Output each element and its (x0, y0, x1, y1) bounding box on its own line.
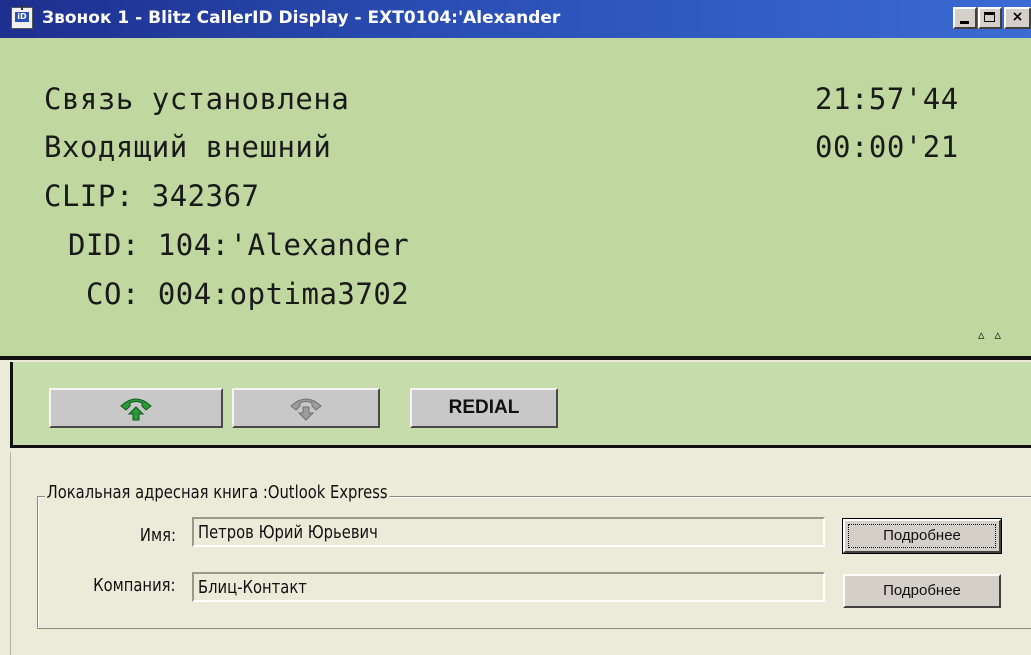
close-button[interactable]: × (1004, 7, 1031, 29)
address-book-panel: Локальная адресная книга :Outlook Expres… (10, 452, 1031, 655)
phone-hangup-icon (290, 398, 322, 421)
answer-button[interactable] (49, 388, 223, 428)
redial-button[interactable]: REDIAL (410, 388, 558, 428)
display-divider (0, 356, 1031, 360)
name-details-button[interactable]: Подробнее (843, 519, 1001, 553)
name-value: Петров Юрий Юрьевич (198, 522, 378, 543)
title-bar[interactable]: iD Звонок 1 - Blitz CallerID Display - E… (0, 0, 1031, 38)
hangup-button[interactable] (232, 388, 380, 428)
company-value: Блиц-Контакт (198, 577, 307, 598)
maximize-icon (984, 12, 995, 22)
address-book-group (37, 496, 1031, 629)
callerid-app-icon[interactable]: iD (11, 4, 33, 29)
clock-time: 21:57'44 (815, 82, 959, 116)
company-label: Компания: (93, 575, 176, 596)
call-direction: Входящий внешний (44, 130, 332, 164)
call-status: Связь установлена (44, 82, 350, 116)
scroll-arrows-icon[interactable]: ▵▵ (978, 328, 1011, 343)
minimize-icon (960, 21, 969, 24)
name-field[interactable]: Петров Юрий Юрьевич (192, 517, 825, 547)
minimize-button[interactable] (953, 7, 977, 29)
call-controls-panel: REDIAL (10, 362, 1031, 448)
company-details-button[interactable]: Подробнее (843, 574, 1001, 608)
phone-answer-icon (120, 398, 152, 421)
window-title: Звонок 1 - Blitz CallerID Display - EXT0… (42, 8, 561, 28)
maximize-button[interactable] (978, 7, 1002, 29)
address-book-legend: Локальная адресная книга :Outlook Expres… (45, 482, 390, 503)
name-label: Имя: (139, 525, 176, 546)
did-info: DID: 104:'Alexander (68, 228, 410, 262)
close-icon: × (1011, 9, 1024, 25)
clip-number: CLIP: 342367 (44, 179, 260, 213)
company-field[interactable]: Блиц-Контакт (192, 572, 825, 602)
call-display: Связь установлена 21:57'44 Входящий внеш… (0, 38, 1031, 356)
call-duration: 00:00'21 (815, 130, 959, 164)
co-line: CO: 004:optima3702 (86, 277, 410, 311)
